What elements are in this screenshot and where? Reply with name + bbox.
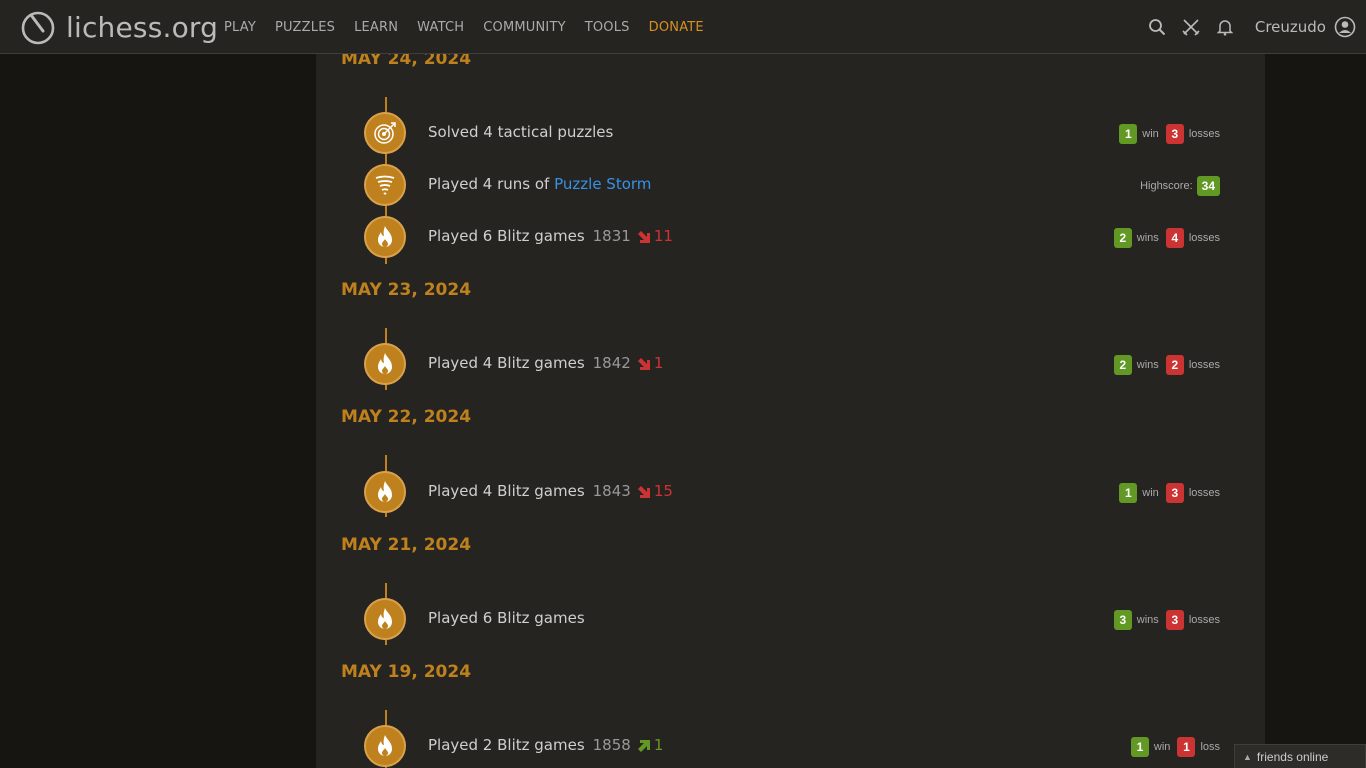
score-summary: 2 wins 4 losses bbox=[1113, 228, 1220, 248]
activity-text-main: Played 4 Blitz games bbox=[428, 354, 585, 372]
rating-value: 1858 bbox=[592, 736, 631, 754]
nav-learn[interactable]: LEARN bbox=[354, 20, 398, 35]
rating-value: 1842 bbox=[592, 354, 631, 372]
losses-label: losses bbox=[1188, 614, 1220, 626]
main-nav: PLAY PUZZLES LEARN WATCH COMMUNITY TOOLS… bbox=[224, 0, 723, 54]
wins-badge: 1 bbox=[1130, 737, 1149, 757]
activity-text: Played 4 Blitz games 1842 1 bbox=[428, 354, 663, 372]
wins-label: wins bbox=[1136, 359, 1159, 371]
header-actions: Creuzudo bbox=[1147, 0, 1366, 54]
logo-text: lichess.org bbox=[66, 10, 219, 44]
losses-label: losses bbox=[1188, 232, 1220, 244]
activity-text: Played 4 runs of Puzzle Storm bbox=[428, 175, 651, 193]
puzzle-target-icon bbox=[364, 112, 406, 154]
losses-badge: 2 bbox=[1165, 355, 1184, 375]
day-title: MAY 23, 2024 bbox=[341, 280, 472, 300]
rating-delta: 1 bbox=[653, 736, 664, 754]
nav-community[interactable]: COMMUNITY bbox=[483, 20, 566, 35]
highscore-badge: 34 bbox=[1196, 176, 1220, 196]
activity-entry: Played 4 Blitz games 1843 15 1 win 3 losse… bbox=[364, 471, 1224, 515]
activity-text: Played 6 Blitz games bbox=[428, 609, 585, 627]
day-title: MAY 21, 2024 bbox=[341, 535, 472, 555]
rating-down-arrow-icon bbox=[637, 485, 650, 498]
rating-delta: 1 bbox=[653, 354, 664, 372]
wins-badge: 1 bbox=[1119, 483, 1138, 503]
rating-delta: 15 bbox=[653, 482, 673, 500]
flame-icon bbox=[364, 216, 406, 258]
puzzle-storm-link[interactable]: Puzzle Storm bbox=[554, 175, 651, 193]
activity-text: Played 2 Blitz games 1858 1 bbox=[428, 736, 663, 754]
nav-play[interactable]: PLAY bbox=[224, 20, 256, 35]
rating-down-arrow-icon bbox=[637, 230, 650, 243]
user-menu-name[interactable]: Creuzudo bbox=[1255, 18, 1326, 36]
flame-icon bbox=[364, 471, 406, 513]
score-summary: 1 win 3 losses bbox=[1119, 483, 1220, 503]
losses-label: loss bbox=[1200, 741, 1220, 753]
highscore-summary: Highscore: 34 bbox=[1140, 176, 1220, 196]
wins-badge: 2 bbox=[1113, 228, 1132, 248]
activity-text: Played 4 Blitz games 1843 15 bbox=[428, 482, 673, 500]
score-summary: 2 wins 2 losses bbox=[1113, 355, 1220, 375]
losses-label: losses bbox=[1188, 359, 1220, 371]
highscore-label: Highscore: bbox=[1140, 180, 1193, 192]
top-bar: lichess.org PLAY PUZZLES LEARN WATCH COM… bbox=[0, 0, 1366, 54]
flame-icon bbox=[364, 598, 406, 640]
user-avatar-icon[interactable] bbox=[1334, 16, 1356, 38]
losses-badge: 4 bbox=[1165, 228, 1184, 248]
search-icon[interactable] bbox=[1147, 17, 1167, 37]
tornado-icon bbox=[364, 164, 406, 206]
activity-entry: Played 6 Blitz games 1831 11 2 wins 4 loss… bbox=[364, 216, 1224, 260]
losses-label: losses bbox=[1188, 487, 1220, 499]
nav-tools[interactable]: TOOLS bbox=[585, 20, 630, 35]
nav-donate[interactable]: DONATE bbox=[649, 20, 704, 35]
losses-badge: 3 bbox=[1165, 483, 1184, 503]
knight-logo-icon bbox=[21, 11, 55, 45]
losses-badge: 3 bbox=[1165, 124, 1184, 144]
notification-bell-icon[interactable] bbox=[1215, 17, 1235, 37]
losses-label: losses bbox=[1188, 128, 1220, 140]
activity-entry: Played 4 Blitz games 1842 1 2 wins 2 losse… bbox=[364, 343, 1224, 387]
rating-value: 1843 bbox=[592, 482, 631, 500]
challenge-swords-icon[interactable] bbox=[1181, 17, 1201, 37]
rating-delta: 11 bbox=[653, 227, 673, 245]
wins-badge: 3 bbox=[1113, 610, 1132, 630]
nav-puzzles[interactable]: PUZZLES bbox=[275, 20, 335, 35]
friends-online-label: friends online bbox=[1256, 749, 1329, 764]
chevron-up-icon: ▲ bbox=[1243, 751, 1252, 762]
rating-up-arrow-icon bbox=[637, 739, 650, 752]
score-summary: 1 win 1 loss bbox=[1130, 737, 1220, 757]
day-title: MAY 19, 2024 bbox=[341, 662, 472, 682]
site-logo[interactable]: lichess.org bbox=[20, 8, 218, 46]
activity-entry: Solved 4 tactical puzzles 1 win 3 losses bbox=[364, 112, 1224, 156]
activity-text-main: Played 2 Blitz games bbox=[428, 736, 585, 754]
wins-label: win bbox=[1153, 741, 1171, 753]
day-title: MAY 22, 2024 bbox=[341, 407, 472, 427]
wins-badge: 1 bbox=[1119, 124, 1138, 144]
nav-watch[interactable]: WATCH bbox=[417, 20, 464, 35]
losses-badge: 3 bbox=[1165, 610, 1184, 630]
flame-icon bbox=[364, 725, 406, 767]
activity-entry: Played 2 Blitz games 1858 1 1 win 1 loss bbox=[364, 725, 1224, 768]
score-summary: 1 win 3 losses bbox=[1119, 124, 1220, 144]
activity-text-prefix: Played 4 runs of bbox=[428, 175, 555, 193]
activity-entry: Played 6 Blitz games 3 wins 3 losses bbox=[364, 598, 1224, 642]
activity-text: Solved 4 tactical puzzles bbox=[428, 123, 614, 141]
flame-icon bbox=[364, 343, 406, 385]
activity-text-main: Played 4 Blitz games bbox=[428, 482, 585, 500]
rating-value: 1831 bbox=[592, 227, 631, 245]
wins-label: win bbox=[1142, 128, 1159, 140]
activity-text: Played 6 Blitz games 1831 11 bbox=[428, 227, 673, 245]
activity-entry: Played 4 runs of Puzzle Storm Highscore:… bbox=[364, 164, 1224, 208]
activity-panel: MAY 24, 2024 Solved 4 tactical puzzles 1… bbox=[316, 49, 1265, 768]
activity-text-main: Played 6 Blitz games bbox=[428, 227, 585, 245]
wins-label: wins bbox=[1136, 232, 1159, 244]
wins-badge: 2 bbox=[1113, 355, 1132, 375]
friends-online-toggle[interactable]: ▲ friends online bbox=[1234, 744, 1366, 768]
wins-label: wins bbox=[1136, 614, 1159, 626]
losses-badge: 1 bbox=[1177, 737, 1196, 757]
wins-label: win bbox=[1142, 487, 1159, 499]
score-summary: 3 wins 3 losses bbox=[1113, 610, 1220, 630]
rating-down-arrow-icon bbox=[637, 357, 650, 370]
